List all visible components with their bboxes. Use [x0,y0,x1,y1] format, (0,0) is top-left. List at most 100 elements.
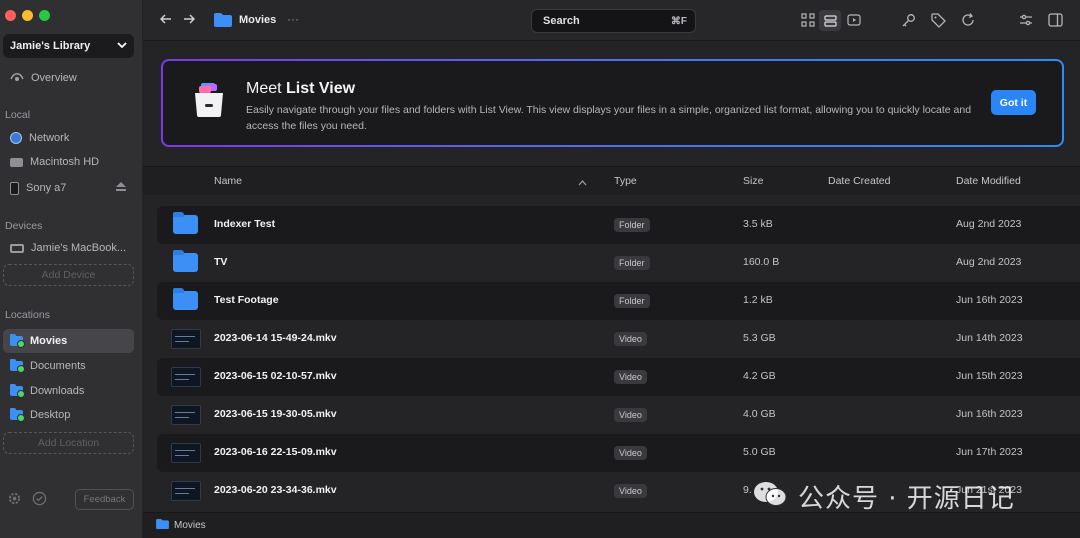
file-list: Indexer Test Folder 3.5 kB Aug 2nd 2023 … [157,206,1080,510]
column-header-date-modified[interactable]: Date Modified [956,175,1021,187]
sort-ascending-icon[interactable] [578,177,587,189]
type-badge: Video [614,446,647,460]
wechat-logo-icon [752,480,788,508]
date-modified: Jun 14th 2023 [956,332,1023,344]
type-badge: Video [614,370,647,384]
library-name: Jamie's Library [10,40,91,52]
eject-icon[interactable] [116,182,126,194]
refresh-icon[interactable] [961,13,975,30]
folder-icon [173,288,198,310]
sidebar-item-label: Overview [31,72,77,84]
date-modified: Jun 16th 2023 [956,294,1023,306]
table-row[interactable]: 2023-06-16 22-15-09.mkv Video 5.0 GB Jun… [157,434,1080,472]
video-thumbnail [171,329,201,349]
media-view-icon[interactable] [847,13,861,30]
table-row[interactable]: 2023-06-14 15-49-24.mkv Video 5.3 GB Jun… [157,320,1080,358]
back-arrow-icon[interactable] [159,12,172,28]
path-bar: Movies [143,512,1080,538]
folder-icon [173,250,198,272]
file-size: 160.0 B [743,256,780,268]
date-modified: Jun 15th 2023 [956,370,1023,382]
got-it-button[interactable]: Got it [991,90,1036,115]
toolbar: Movies ··· Search ⌘F [143,0,1080,41]
more-options-icon[interactable]: ··· [287,11,299,27]
sidebar-item-network[interactable]: Network [3,126,134,150]
type-badge: Video [614,484,647,498]
file-name: 2023-06-15 19-30-05.mkv [214,408,337,420]
sliders-icon[interactable] [1019,13,1033,30]
sidebar-item-label: Documents [30,360,86,372]
file-size: 9. [743,484,752,496]
path-segment[interactable]: Movies [174,520,206,531]
key-icon[interactable] [901,13,916,31]
sidebar-item-label: Downloads [30,385,85,397]
column-header-size[interactable]: Size [743,175,763,187]
folder-icon [156,519,169,532]
globe-icon [10,132,22,144]
column-header-name[interactable]: Name [214,175,242,187]
sidebar-item-label: Desktop [30,409,71,421]
sidebar-item-label: Network [29,132,70,144]
overview-icon [10,71,24,86]
table-row[interactable]: Indexer Test Folder 3.5 kB Aug 2nd 2023 [157,206,1080,244]
window-controls [5,10,50,21]
sidebar-item-label: Movies [30,335,68,347]
table-row[interactable]: 2023-06-15 02-10-57.mkv Video 4.2 GB Jun… [157,358,1080,396]
library-selector[interactable]: Jamie's Library [3,34,134,58]
sidebar-item-sony-a7[interactable]: Sony a7 [3,176,134,200]
minimize-window-button[interactable] [22,10,33,21]
column-header-date-created[interactable]: Date Created [828,175,890,187]
file-name: TV [214,256,228,268]
gear-icon[interactable] [7,491,22,509]
folder-icon [173,212,198,234]
date-modified: Jun 16th 2023 [956,408,1023,420]
type-badge: Folder [614,218,650,232]
folder-icon [10,408,25,422]
file-size: 4.2 GB [743,370,776,382]
type-badge: Folder [614,294,650,308]
type-badge: Video [614,332,647,346]
list-view-icon[interactable] [819,10,841,31]
file-name: 2023-06-16 22-15-09.mkv [214,446,337,458]
date-modified: Aug 2nd 2023 [956,218,1022,230]
sidebar-item-overview[interactable]: Overview [3,66,134,90]
grid-view-icon[interactable] [801,13,815,30]
file-size: 1.2 kB [743,294,773,306]
forward-arrow-icon[interactable] [183,12,196,28]
check-circle-icon[interactable] [32,491,47,509]
close-window-button[interactable] [5,10,16,21]
search-input[interactable]: Search ⌘F [531,9,696,33]
locations-heading: Locations [5,309,50,321]
tag-icon[interactable] [931,13,946,31]
sidebar-item-documents[interactable]: Documents [3,354,134,378]
sidebar-toggle-icon[interactable] [1048,13,1063,30]
sidebar-item-macbook[interactable]: Jamie's MacBook... [3,236,134,260]
sidebar-item-label: Sony a7 [26,182,67,194]
date-modified: Aug 2nd 2023 [956,256,1022,268]
sidebar-item-label: Jamie's MacBook... [31,242,127,254]
add-device-button[interactable]: Add Device [3,264,134,286]
folder-icon [10,384,25,398]
sidebar-item-macintosh-hd[interactable]: Macintosh HD [3,150,134,174]
watermark-text: 公众号 · 开源日记 [798,484,1015,514]
file-size: 4.0 GB [743,408,776,420]
add-location-button[interactable]: Add Location [3,432,134,454]
sidebar-item-movies[interactable]: Movies [3,329,134,353]
video-thumbnail [171,443,201,463]
table-row[interactable]: 2023-06-15 19-30-05.mkv Video 4.0 GB Jun… [157,396,1080,434]
banner-title-bold: List View [286,80,356,97]
sd-card-icon [10,181,19,195]
toolbox-icon [193,83,225,117]
sidebar-item-desktop[interactable]: Desktop [3,403,134,427]
column-header-type[interactable]: Type [614,175,637,187]
table-row[interactable]: TV Folder 160.0 B Aug 2nd 2023 [157,244,1080,282]
sidebar-item-downloads[interactable]: Downloads [3,379,134,403]
video-thumbnail [171,481,201,501]
feedback-button[interactable]: Feedback [75,489,134,510]
table-row[interactable]: Test Footage Folder 1.2 kB Jun 16th 2023 [157,282,1080,320]
folder-icon [214,13,232,30]
zoom-window-button[interactable] [39,10,50,21]
folder-icon [10,334,25,348]
laptop-icon [10,243,24,253]
video-thumbnail [171,405,201,425]
